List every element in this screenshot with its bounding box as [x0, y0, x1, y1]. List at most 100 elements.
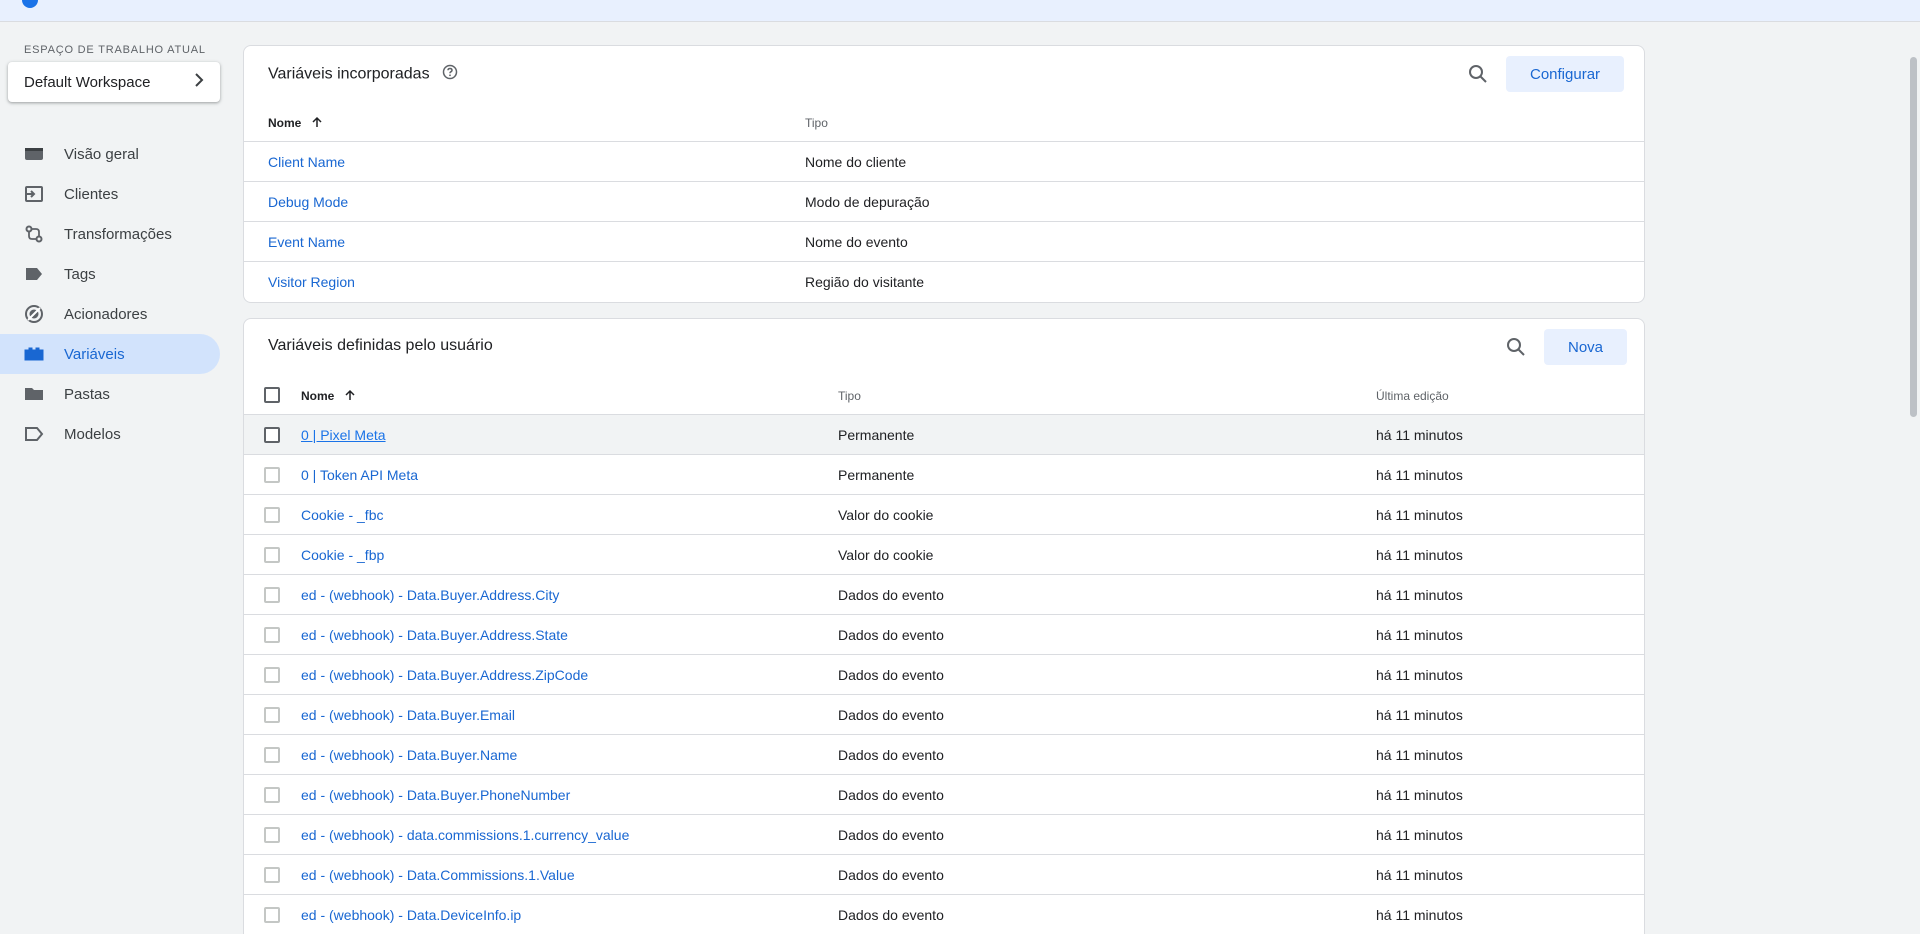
account-dot-icon	[22, 0, 38, 8]
sidebar-item-variables[interactable]: Variáveis	[0, 334, 220, 374]
variable-type: Região do visitante	[805, 274, 925, 290]
variable-link[interactable]: ed - (webhook) - Data.DeviceInfo.ip	[301, 907, 521, 923]
sidebar-item-label: Clientes	[64, 185, 119, 203]
page-scrollbar[interactable]	[1906, 22, 1920, 934]
last-edited: há 11 minutos	[1376, 667, 1463, 683]
table-row: ed - (webhook) - data.commissions.1.curr…	[244, 815, 1644, 855]
arrow-up-icon	[345, 389, 355, 400]
configure-button[interactable]: Configurar	[1506, 56, 1625, 92]
workspace-label: ESPAÇO DE TRABALHO ATUAL	[24, 44, 206, 56]
variable-link[interactable]: Client Name	[268, 154, 345, 170]
row-checkbox[interactable]	[264, 907, 280, 923]
variable-link[interactable]: ed - (webhook) - Data.Buyer.Address.City	[301, 587, 559, 603]
triggers-icon	[24, 304, 44, 324]
last-edited: há 11 minutos	[1376, 467, 1463, 483]
workspace-name: Default Workspace	[24, 73, 151, 91]
variable-link[interactable]: Visitor Region	[268, 274, 355, 290]
variable-type: Valor do cookie	[838, 507, 934, 523]
variable-type: Dados do evento	[838, 707, 944, 723]
variable-link[interactable]: 0 | Pixel Meta	[301, 427, 386, 443]
table-row: ed - (webhook) - Data.DeviceInfo.ip Dados…	[244, 895, 1644, 934]
builtin-col-name[interactable]: Nome	[268, 116, 323, 130]
last-edited: há 11 minutos	[1376, 747, 1463, 763]
sidebar-item-templates[interactable]: Modelos	[0, 414, 220, 454]
row-checkbox[interactable]	[264, 587, 280, 603]
user-search-button[interactable]	[1500, 331, 1532, 363]
variable-link[interactable]: 0 | Token API Meta	[301, 467, 418, 483]
variable-link[interactable]: Debug Mode	[268, 194, 348, 210]
sidebar-item-clients[interactable]: Clientes	[0, 174, 220, 214]
variable-link[interactable]: Cookie - _fbc	[301, 507, 383, 523]
variable-link[interactable]: ed - (webhook) - Data.Commissions.1.Valu…	[301, 867, 575, 883]
last-edited: há 11 minutos	[1376, 627, 1463, 643]
row-checkbox[interactable]	[264, 507, 280, 523]
scrollbar-thumb[interactable]	[1910, 57, 1917, 417]
last-edited: há 11 minutos	[1376, 907, 1463, 923]
user-col-name[interactable]: Nome	[301, 389, 356, 403]
row-checkbox[interactable]	[264, 667, 280, 683]
builtin-search-button[interactable]	[1462, 58, 1494, 90]
top-bar	[0, 0, 1920, 22]
templates-icon	[24, 424, 44, 444]
builtin-variables-title: Variáveis incorporadas	[268, 65, 430, 83]
row-checkbox[interactable]	[264, 627, 280, 643]
row-checkbox[interactable]	[264, 707, 280, 723]
builtin-title-wrap: Variáveis incorporadas	[268, 64, 458, 85]
sidebar-item-folders[interactable]: Pastas	[0, 374, 220, 414]
last-edited: há 11 minutos	[1376, 547, 1463, 563]
help-icon[interactable]	[442, 64, 458, 85]
table-row: ed - (webhook) - Data.Commissions.1.Valu…	[244, 855, 1644, 895]
variable-link[interactable]: ed - (webhook) - data.commissions.1.curr…	[301, 827, 629, 843]
clients-icon	[24, 184, 44, 204]
arrow-up-icon	[312, 116, 322, 127]
chevron-right-icon	[194, 72, 204, 93]
user-variables-title: Variáveis definidas pelo usuário	[268, 337, 493, 354]
col-name-label: Nome	[268, 116, 302, 130]
table-row: Event Name Nome do evento	[244, 222, 1644, 262]
variable-type: Dados do evento	[838, 827, 944, 843]
transformations-icon	[24, 224, 44, 244]
sidebar-item-transformations[interactable]: Transformações	[0, 214, 220, 254]
workspace-selector[interactable]: Default Workspace	[8, 62, 220, 102]
sidebar-item-tags[interactable]: Tags	[0, 254, 220, 294]
row-checkbox[interactable]	[264, 827, 280, 843]
user-variables-card: Variáveis definidas pelo usuário Nova No…	[243, 318, 1645, 934]
sidebar-item-label: Tags	[64, 265, 96, 283]
sidebar: ESPAÇO DE TRABALHO ATUAL Default Workspa…	[0, 22, 230, 934]
last-edited: há 11 minutos	[1376, 587, 1463, 603]
table-row: ed - (webhook) - Data.Buyer.Email Dados d…	[244, 695, 1644, 735]
variable-link[interactable]: ed - (webhook) - Data.Buyer.Address.Stat…	[301, 627, 568, 643]
row-checkbox[interactable]	[264, 747, 280, 763]
variable-type: Nome do cliente	[805, 154, 907, 170]
variable-link[interactable]: Event Name	[268, 234, 345, 250]
variable-link[interactable]: ed - (webhook) - Data.Buyer.Address.ZipC…	[301, 667, 588, 683]
sidebar-item-triggers[interactable]: Acionadores	[0, 294, 220, 334]
variable-type: Dados do evento	[838, 747, 944, 763]
variable-type: Dados do evento	[838, 587, 944, 603]
sidebar-nav: Visão geral Clientes Transformações Tags…	[0, 134, 220, 454]
table-row: 0 | Pixel Meta Permanente há 11 minutos	[244, 415, 1644, 455]
select-all-checkbox[interactable]	[264, 387, 280, 403]
row-checkbox[interactable]	[264, 467, 280, 483]
last-edited: há 11 minutos	[1376, 867, 1463, 883]
sidebar-item-label: Visão geral	[64, 145, 139, 163]
new-variable-button[interactable]: Nova	[1544, 329, 1628, 365]
row-checkbox[interactable]	[264, 787, 280, 803]
row-checkbox[interactable]	[264, 427, 280, 443]
last-edited: há 11 minutos	[1376, 827, 1463, 843]
sidebar-item-overview[interactable]: Visão geral	[0, 134, 220, 174]
variable-link[interactable]: ed - (webhook) - Data.Buyer.PhoneNumber	[301, 787, 570, 803]
variable-link[interactable]: ed - (webhook) - Data.Buyer.Email	[301, 707, 515, 723]
variable-link[interactable]: Cookie - _fbp	[301, 547, 384, 563]
row-checkbox[interactable]	[264, 867, 280, 883]
variable-type: Dados do evento	[838, 787, 944, 803]
builtin-col-type: Tipo	[805, 116, 828, 130]
tag-icon	[24, 264, 44, 284]
sidebar-item-label: Modelos	[64, 425, 121, 443]
table-row: ed - (webhook) - Data.Buyer.Address.City…	[244, 575, 1644, 615]
table-row: ed - (webhook) - Data.Buyer.PhoneNumber D…	[244, 775, 1644, 815]
variable-type: Permanente	[838, 467, 915, 483]
variable-link[interactable]: ed - (webhook) - Data.Buyer.Name	[301, 747, 517, 763]
last-edited: há 11 minutos	[1376, 507, 1463, 523]
row-checkbox[interactable]	[264, 547, 280, 563]
